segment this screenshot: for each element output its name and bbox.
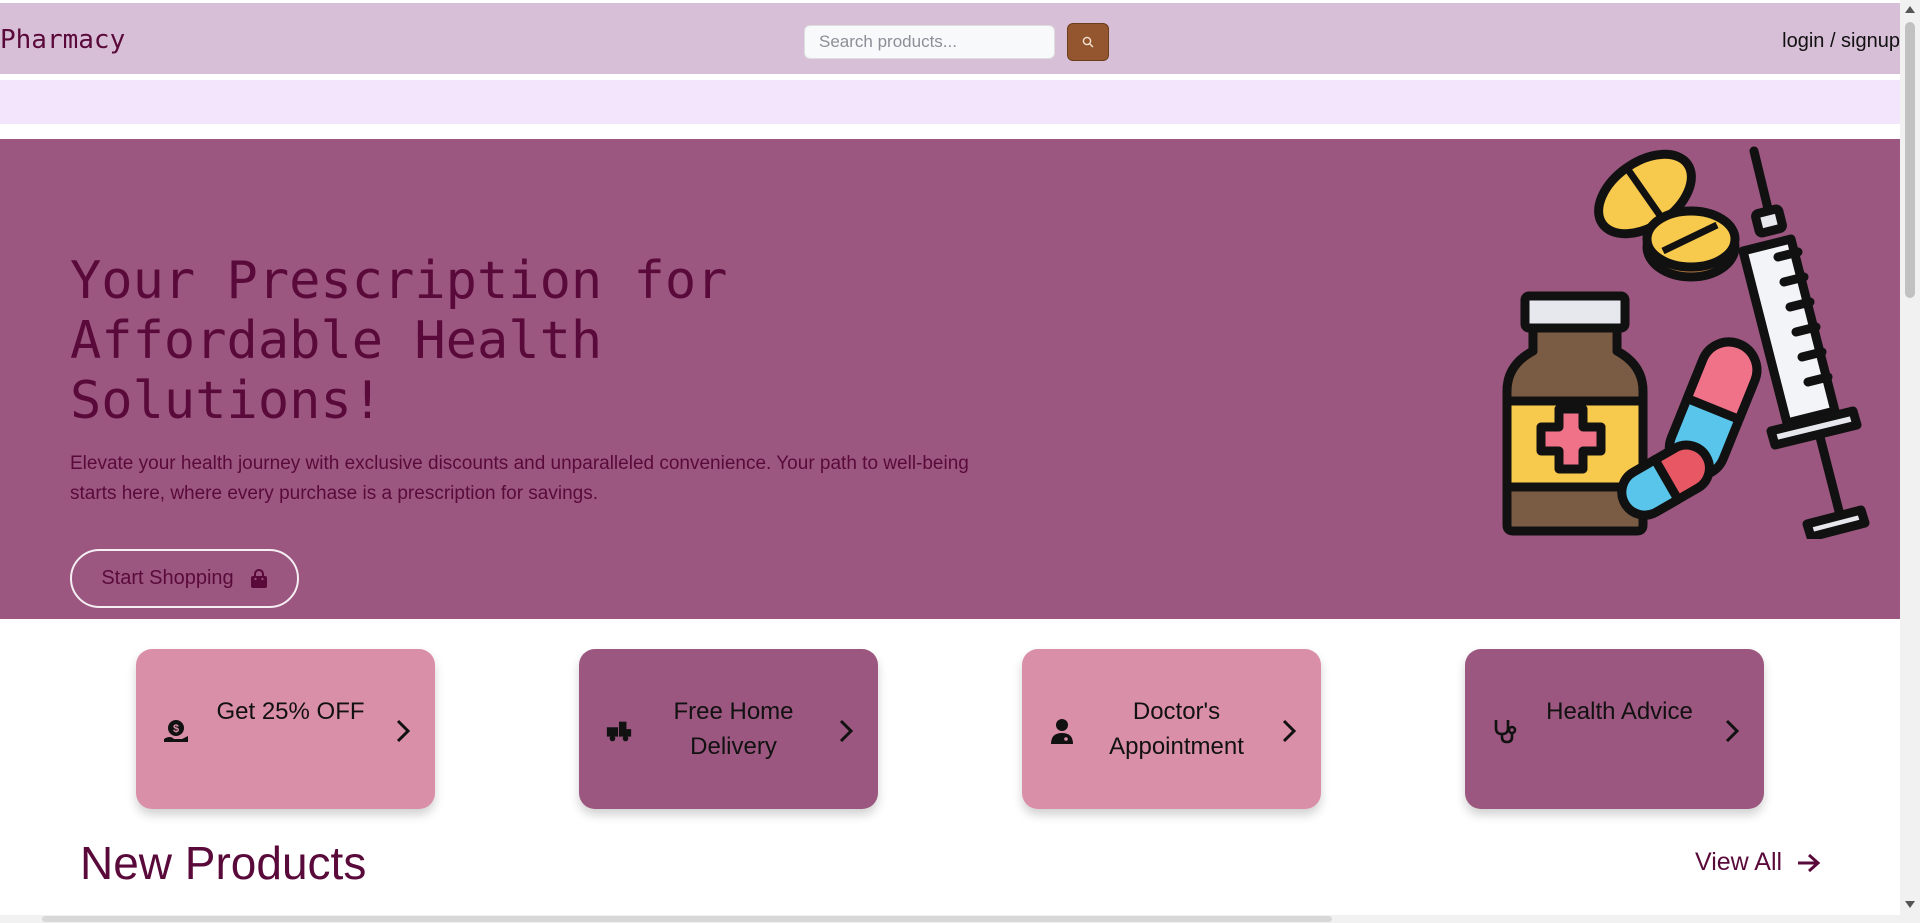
chevron-right-icon	[1282, 719, 1297, 743]
feature-label: Health Advice	[1546, 698, 1693, 725]
vertical-scrollbar[interactable]	[1900, 0, 1920, 915]
start-shopping-label: Start Shopping	[101, 567, 234, 589]
brand-logo[interactable]: Pharmacy	[0, 25, 125, 55]
feature-card-doctor[interactable]: Doctor's Appointment	[1022, 649, 1321, 809]
feature-label: Free Home Delivery	[673, 698, 794, 760]
hero-description: Elevate your health journey with exclusi…	[70, 453, 969, 504]
feature-label: Get 25% OFF	[216, 698, 365, 725]
svg-text:$: $	[173, 723, 179, 735]
feature-label: Doctor's Appointment	[1109, 698, 1244, 760]
start-shopping-button[interactable]: Start Shopping	[70, 549, 299, 608]
syringe-icon	[1738, 146, 1870, 539]
category-bar	[0, 80, 1900, 124]
hero-banner: Your Prescription for Affordable Health …	[0, 139, 1900, 619]
scroll-down-arrow[interactable]	[1905, 901, 1915, 908]
money-hand-icon: $	[162, 717, 190, 745]
chevron-right-icon	[396, 719, 411, 743]
search-button[interactable]	[1067, 23, 1109, 61]
navbar: Pharmacy login / signup	[0, 3, 1900, 74]
section-title: New Products	[80, 837, 367, 889]
doctor-icon	[1048, 717, 1076, 745]
chevron-right-icon	[1725, 719, 1740, 743]
view-all-label: View All	[1695, 848, 1783, 876]
hero-title: Your Prescription for Affordable Health …	[70, 251, 728, 431]
tablets-icon	[1594, 149, 1740, 282]
arrow-right-icon	[1798, 853, 1821, 872]
feature-card-discount[interactable]: $ Get 25% OFF	[136, 649, 435, 809]
horizontal-scroll-thumb[interactable]	[42, 916, 1332, 922]
view-all-link[interactable]: View All	[1695, 848, 1822, 877]
feature-card-health-advice[interactable]: Health Advice	[1465, 649, 1764, 809]
medicine-illustration	[1502, 146, 1870, 539]
truck-icon	[605, 717, 633, 745]
search-icon	[1082, 36, 1094, 48]
page-viewport: Pharmacy login / signup Your Prescriptio…	[0, 0, 1900, 915]
scroll-up-arrow[interactable]	[1905, 6, 1915, 13]
stethoscope-icon	[1491, 717, 1519, 745]
horizontal-scrollbar[interactable]	[0, 915, 1920, 923]
feature-card-delivery[interactable]: Free Home Delivery	[579, 649, 878, 809]
shopping-bag-icon	[250, 568, 267, 588]
login-signup-link[interactable]: login / signup	[1782, 30, 1900, 53]
chevron-right-icon	[839, 719, 854, 743]
search-input[interactable]	[804, 25, 1055, 59]
scroll-thumb[interactable]	[1905, 22, 1915, 298]
